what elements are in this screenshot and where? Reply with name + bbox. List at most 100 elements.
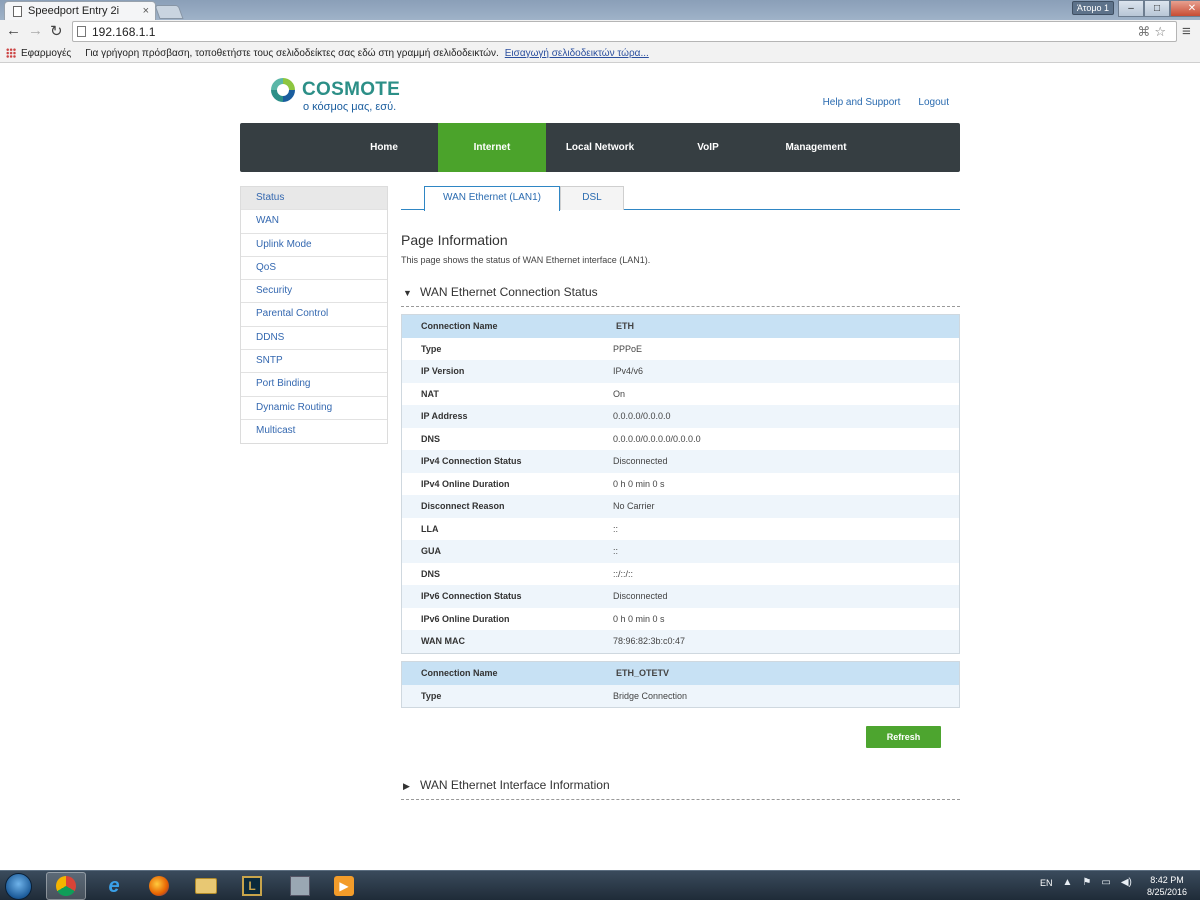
- cosmote-logo-icon: [271, 78, 295, 102]
- media-player-taskbar-button[interactable]: ▶: [324, 872, 364, 900]
- nav-voip[interactable]: VoIP: [654, 123, 762, 172]
- system-tray: EN ▲ ⚑ ▭ ◀): [1040, 877, 1132, 888]
- sidebar-item-security[interactable]: Security: [241, 280, 387, 304]
- sidebar-item-wan[interactable]: WAN: [241, 210, 387, 234]
- page-description: This page shows the status of WAN Ethern…: [401, 255, 651, 265]
- table-row: Connection Name ETH: [402, 315, 959, 338]
- table-row: GUA::: [402, 540, 959, 563]
- tab-title: Speedport Entry 2i: [28, 5, 120, 17]
- nav-internet[interactable]: Internet: [438, 123, 546, 172]
- expanded-arrow-icon: ▼: [403, 288, 412, 298]
- forward-arrow-icon[interactable]: →: [28, 22, 43, 39]
- sidebar-item-multicast[interactable]: Multicast: [241, 419, 387, 444]
- bookmarks-bar: Εφαρμογές Για γρήγορη πρόσβαση, τοποθετή…: [0, 44, 1200, 63]
- table-row: IP Version IPv4/v6: [402, 360, 959, 383]
- nav-home[interactable]: Home: [330, 123, 438, 172]
- start-button[interactable]: [5, 873, 32, 900]
- translate-star-icons[interactable]: ⌘☆: [1137, 24, 1170, 40]
- maximize-button[interactable]: □: [1144, 0, 1170, 17]
- reload-icon[interactable]: ↻: [50, 22, 63, 40]
- table-row: IPv6 Connection Status Disconnected: [402, 585, 959, 608]
- browser-titlebar: Speedport Entry 2i × Άτομο 1 – □ ✕: [0, 0, 1200, 20]
- league-icon: L: [242, 876, 262, 896]
- page-icon: [77, 26, 86, 37]
- clock-date: 8/25/2016: [1146, 887, 1188, 897]
- sidebar-item-ddns[interactable]: DDNS: [241, 326, 387, 351]
- main-nav: Home Internet Local Network VoIP Managem…: [240, 123, 960, 172]
- connection-status-table-eth: Connection Name ETH Type PPPoE IP Version I…: [401, 314, 960, 654]
- table-row: Type PPPoE: [421, 343, 643, 354]
- firefox-taskbar-button[interactable]: [139, 872, 179, 900]
- apps-grid-icon[interactable]: [6, 48, 16, 58]
- nav-local-network[interactable]: Local Network: [546, 123, 654, 172]
- sidebar-item-qos[interactable]: QoS: [241, 256, 387, 281]
- close-window-button[interactable]: ✕: [1170, 0, 1200, 17]
- table-row: DNS 0.0.0.0/0.0.0.0/0.0.0.0: [421, 433, 701, 444]
- volume-icon[interactable]: ◀): [1121, 877, 1132, 888]
- nav-management[interactable]: Management: [762, 123, 870, 172]
- language-indicator[interactable]: EN: [1040, 878, 1053, 888]
- table-row: WAN MAC 78:96:82:3b:c0:47: [402, 630, 959, 653]
- table-row: Disconnect Reason No Carrier: [402, 495, 959, 518]
- collapsed-arrow-icon: ▶: [403, 781, 410, 791]
- ie-taskbar-button[interactable]: e: [94, 872, 134, 900]
- table-row: NAT On: [421, 388, 626, 399]
- table-row: IP Address 0.0.0.0/0.0.0.0: [402, 405, 959, 428]
- connection-status-table-eth-otetv: Connection Name ETH_OTETV Type Bridge Conn…: [401, 661, 960, 708]
- sidebar-item-port-binding[interactable]: Port Binding: [241, 373, 387, 397]
- chrome-icon: [56, 876, 76, 896]
- explorer-taskbar-button[interactable]: [186, 872, 226, 900]
- table-row: DNS::/::/::: [421, 568, 634, 579]
- sidebar-item-parental-control[interactable]: Parental Control: [241, 303, 387, 327]
- window-controls: – □ ✕: [1118, 0, 1200, 17]
- action-center-flag-icon[interactable]: ⚑: [1082, 877, 1091, 888]
- sidebar-item-uplink-mode[interactable]: Uplink Mode: [241, 233, 387, 257]
- tab-close-icon[interactable]: ×: [143, 5, 149, 17]
- network-icon[interactable]: ▭: [1101, 877, 1110, 888]
- browser-tab[interactable]: Speedport Entry 2i ×: [4, 1, 156, 20]
- top-links: Help and Support Logout: [823, 97, 949, 108]
- refresh-button[interactable]: Refresh: [866, 726, 941, 748]
- table-row: IPv6 Online Duration 0 h 0 min 0 s: [421, 613, 665, 624]
- help-and-support-link[interactable]: Help and Support: [823, 97, 901, 108]
- tab-wan-ethernet[interactable]: WAN Ethernet (LAN1): [424, 186, 560, 211]
- browser-toolbar: ← → ↻ ⌘☆ ≡: [0, 20, 1200, 44]
- new-tab-button[interactable]: [154, 5, 184, 19]
- clock-time: 8:42 PM: [1150, 875, 1184, 885]
- folder-icon: [195, 878, 217, 894]
- table-row: IPv4 Online Duration 0 h 0 min 0 s: [421, 478, 665, 489]
- app-icon: [290, 876, 310, 896]
- profile-button[interactable]: Άτομο 1: [1072, 1, 1114, 15]
- taskbar-clock[interactable]: 8:42 PM 8/25/2016: [1142, 874, 1192, 898]
- address-bar[interactable]: ⌘☆: [72, 21, 1177, 42]
- table-row: Type Bridge Connection: [402, 684, 959, 707]
- show-hidden-icons-icon[interactable]: ▲: [1063, 877, 1073, 888]
- section-title: WAN Ethernet Interface Information: [420, 778, 610, 792]
- logout-link[interactable]: Logout: [918, 97, 949, 108]
- section-connection-status[interactable]: ▼ WAN Ethernet Connection Status: [401, 285, 960, 307]
- media-player-icon: ▶: [334, 876, 354, 896]
- brand-tagline: ο κόσμος μας, εσύ.: [303, 101, 397, 113]
- sidebar-item-dynamic-routing[interactable]: Dynamic Routing: [241, 396, 387, 420]
- table-row: LLA::: [421, 523, 619, 534]
- section-title: WAN Ethernet Connection Status: [420, 285, 598, 299]
- bookmarks-apps[interactable]: Εφαρμογές: [21, 48, 71, 59]
- bookmarks-import-link[interactable]: Εισαγωγή σελιδοδεικτών τώρα...: [505, 48, 649, 59]
- bookmarks-hint: Για γρήγορη πρόσβαση, τοποθετήστε τους σ…: [85, 47, 499, 59]
- sidebar-item-status[interactable]: Status: [241, 187, 387, 211]
- sidebar: Status WAN Uplink Mode QoS Security Pare…: [240, 186, 388, 445]
- ie-icon: e: [108, 874, 120, 897]
- windows-taskbar: e L ▶ EN ▲ ⚑ ▭ ◀) 8:42 PM 8/25/2016: [0, 870, 1200, 900]
- chrome-taskbar-button[interactable]: [46, 872, 86, 900]
- browser-menu-icon[interactable]: ≡: [1182, 23, 1191, 40]
- section-interface-information[interactable]: ▶ WAN Ethernet Interface Information: [401, 778, 960, 800]
- table-row: IPv4 Connection Status Disconnected: [402, 450, 959, 473]
- table-row: Connection Name ETH_OTETV: [402, 662, 959, 685]
- tab-dsl[interactable]: DSL: [560, 186, 624, 210]
- sidebar-item-sntp[interactable]: SNTP: [241, 350, 387, 374]
- minimize-button[interactable]: –: [1118, 0, 1144, 17]
- back-arrow-icon[interactable]: ←: [6, 22, 21, 39]
- url-input[interactable]: [92, 24, 1138, 39]
- league-taskbar-button[interactable]: L: [232, 872, 272, 900]
- app-taskbar-button[interactable]: [280, 872, 320, 900]
